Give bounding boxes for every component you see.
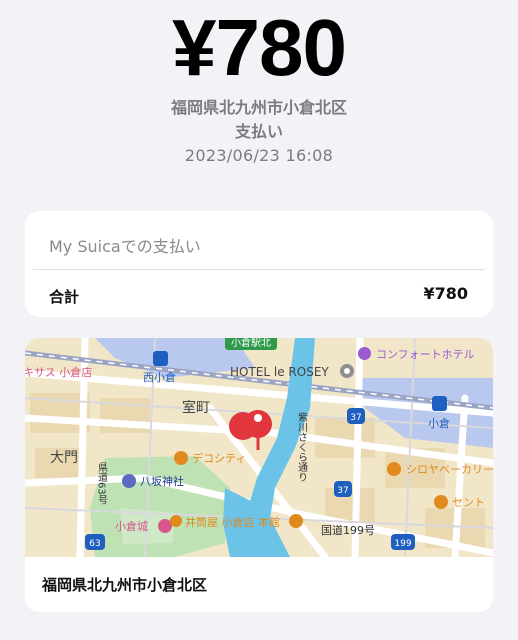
location-map-card[interactable]: 小倉駅北 コンフォートホテル キサス 小倉店 西小倉 HOTEL le ROSE… (25, 338, 493, 612)
payment-location: 福岡県北九州市小倉北区 (170, 98, 347, 117)
payment-header: ¥780 福岡県北九州市小倉北区 支払い 2023/06/23 16:08 (0, 0, 518, 168)
route-199-shield: 199 (394, 539, 411, 549)
payment-datetime: 2023/06/23 16:08 (184, 146, 334, 165)
route-199-label: 国道199号 (321, 523, 375, 537)
kitasasu-label: キサス 小倉店 (25, 365, 92, 379)
murasaki-street-label: 紫川さくら通り (296, 412, 308, 482)
shiroya-label: シロヤベーカリー (406, 463, 493, 476)
payment-summary-card: My Suicaでの支払い 合計 ¥780 (25, 211, 493, 317)
kokura-kita-station-label: 小倉駅北 (231, 338, 271, 349)
omon-label: 大門 (50, 450, 78, 466)
pref-road-label: 県道63号 (96, 462, 108, 506)
decocity-label: デコシティ (192, 451, 246, 465)
kokura-label: 小倉 (428, 416, 450, 430)
payment-amount: ¥780 (172, 3, 347, 92)
payment-type: 支払い (234, 122, 283, 141)
location-map[interactable]: 小倉駅北 コンフォートホテル キサス 小倉店 西小倉 HOTEL le ROSE… (25, 338, 493, 557)
hotel-rosey-label: HOTEL le ROSEY (230, 365, 329, 379)
total-value: ¥780 (423, 284, 468, 303)
comfort-hotel-label: コンフォートホテル (376, 348, 475, 361)
izutsuya-label: 井筒屋 小倉店 本館 (185, 515, 280, 529)
center-label: セント (452, 496, 485, 509)
route-37-shield-b: 37 (337, 486, 348, 496)
route-37-shield-a: 37 (350, 413, 361, 423)
nishikokura-label: 西小倉 (143, 370, 176, 384)
summary-divider (33, 269, 485, 270)
place-name: 福岡県北九州市小倉北区 (42, 576, 208, 594)
total-label: 合計 (49, 288, 80, 306)
muromachi-label: 室町 (182, 399, 210, 416)
yasaka-label: 八坂神社 (140, 474, 184, 488)
route-63-shield: 63 (89, 539, 100, 549)
kokura-castle-label: 小倉城 (115, 519, 148, 533)
payment-method-title: My Suicaでの支払い (49, 237, 201, 256)
